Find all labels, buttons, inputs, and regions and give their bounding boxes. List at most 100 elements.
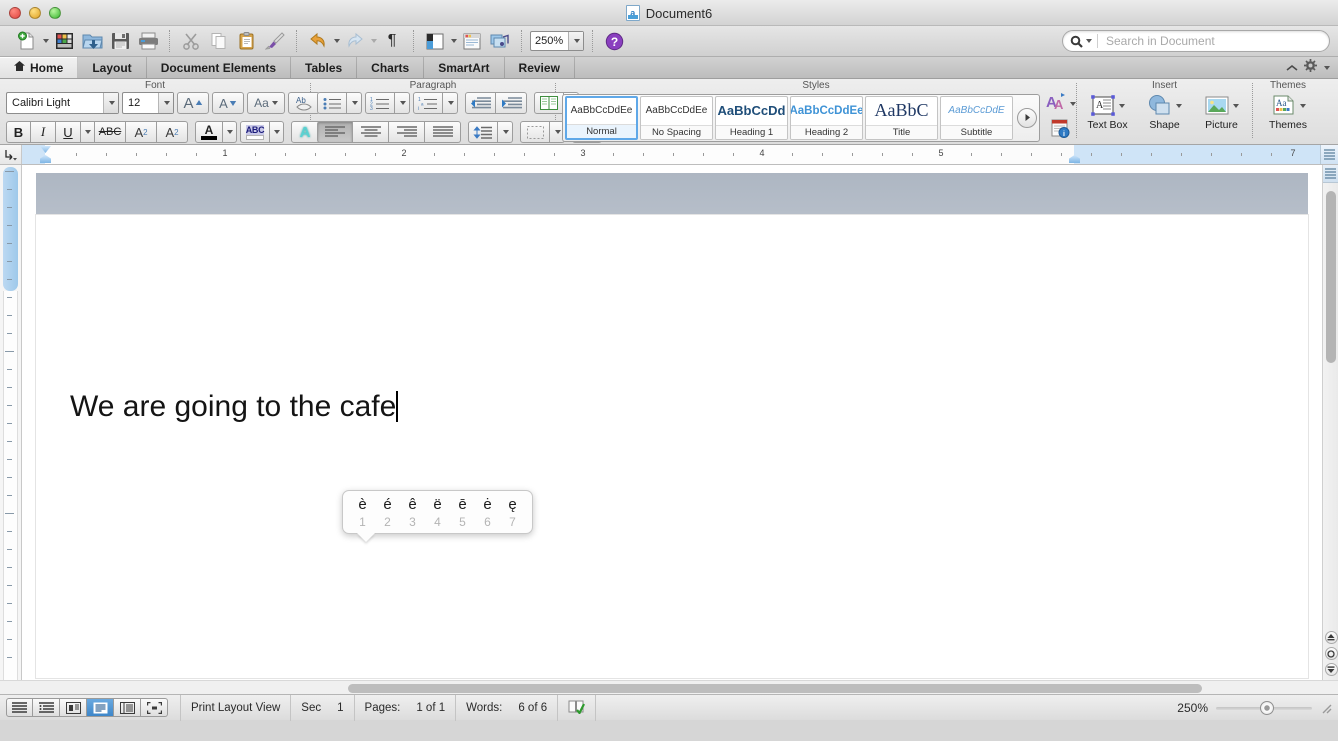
decrease-indent-icon[interactable] [465, 92, 496, 114]
shape-button[interactable]: Shape [1140, 94, 1189, 131]
sidebar-panel-icon[interactable] [422, 29, 448, 54]
new-doc-menu-caret[interactable] [43, 39, 49, 43]
underline-icon[interactable]: U [56, 121, 81, 143]
superscript-icon[interactable]: A2 [126, 121, 157, 143]
gear-menu-caret[interactable] [1324, 65, 1330, 70]
shrink-font-icon[interactable]: A [212, 92, 244, 114]
increase-indent-icon[interactable] [496, 92, 527, 114]
style-heading-1[interactable]: AaBbCcDd Heading 1 [715, 95, 788, 140]
gallery-more-icon[interactable] [1017, 107, 1037, 128]
media-browser-icon[interactable] [487, 29, 513, 54]
document-page[interactable]: We are going to the cafe [36, 215, 1308, 678]
multilevel-menu-caret[interactable] [443, 92, 458, 114]
paintbrush-icon[interactable] [262, 29, 288, 54]
borders-icon[interactable] [520, 121, 550, 143]
horizontal-scroll-thumb[interactable] [348, 684, 1202, 693]
picture-button[interactable]: Picture [1197, 94, 1246, 131]
grow-font-icon[interactable]: A [177, 92, 209, 114]
copy-icon[interactable] [206, 29, 232, 54]
tab-tables[interactable]: Tables [291, 57, 358, 78]
gear-icon[interactable] [1304, 58, 1317, 77]
status-spelling-cell[interactable] [558, 694, 597, 721]
search-field[interactable] [1062, 30, 1330, 52]
picture-caret[interactable] [1233, 104, 1239, 108]
open-folder-icon[interactable] [79, 29, 105, 54]
zoom-combo-caret[interactable] [568, 32, 583, 50]
horizontal-ruler[interactable]: 1 2 3 4 5 7 [22, 145, 1320, 164]
numbering-menu-caret[interactable] [395, 92, 410, 114]
numbering-icon[interactable]: 1 2 3 [365, 92, 395, 114]
themes-caret[interactable] [1299, 104, 1306, 108]
manage-styles-icon[interactable]: i [1051, 119, 1071, 143]
change-case-icon[interactable]: Aa [247, 92, 285, 114]
accent-option-1[interactable]: è 1 [350, 497, 375, 529]
accent-option-4[interactable]: ë 4 [425, 497, 450, 529]
align-center-icon[interactable] [353, 121, 389, 143]
zoom-slider[interactable] [1216, 700, 1312, 715]
vertical-scrollbar[interactable] [1322, 165, 1338, 680]
accent-option-3[interactable]: ê 3 [400, 497, 425, 529]
style-heading-2[interactable]: AaBbCcDdEe Heading 2 [790, 95, 863, 140]
accent-option-7[interactable]: ę 7 [500, 497, 525, 529]
style-no-spacing[interactable]: AaBbCcDdEe No Spacing [640, 95, 713, 140]
strikethrough-icon[interactable]: ABC [95, 121, 126, 143]
zoom-window-button[interactable] [49, 6, 61, 19]
clipboard-paste-icon[interactable] [234, 29, 260, 54]
tab-charts[interactable]: Charts [357, 57, 425, 78]
highlight-icon[interactable]: ABC [240, 121, 270, 143]
magnifier-icon[interactable] [1070, 35, 1092, 48]
italic-icon[interactable]: I [31, 121, 56, 143]
next-page-button[interactable] [1324, 663, 1338, 676]
close-window-button[interactable] [9, 6, 21, 19]
zoom-slider-knob[interactable] [1260, 700, 1274, 715]
justify-icon[interactable] [425, 121, 461, 143]
chevron-up-icon[interactable] [1286, 59, 1298, 77]
undo-menu-caret[interactable] [334, 39, 340, 43]
tab-smartart[interactable]: SmartArt [424, 57, 505, 78]
vertical-scroll-thumb[interactable] [1326, 191, 1336, 363]
toolbox-icon[interactable] [459, 29, 485, 54]
style-normal[interactable]: AaBbCcDdEe Normal [565, 95, 638, 140]
font-color-icon[interactable]: A [195, 121, 223, 143]
previous-page-button[interactable] [1324, 631, 1338, 644]
scissors-icon[interactable] [178, 29, 204, 54]
tab-document-elements[interactable]: Document Elements [147, 57, 292, 78]
new-doc-icon[interactable] [14, 29, 40, 54]
document-canvas[interactable]: We are going to the cafe è 1 é 2 ê 3 ë 4… [22, 165, 1322, 680]
search-input[interactable] [1106, 34, 1316, 48]
accent-character-popup[interactable]: è 1 é 2 ê 3 ë 4 ē 5 ė 6 ę 7 [342, 490, 533, 534]
redo-menu-caret[interactable] [371, 39, 377, 43]
underline-menu-caret[interactable] [81, 121, 95, 143]
themes-button[interactable]: Aa Themes [1263, 94, 1313, 131]
horizontal-scrollbar[interactable] [330, 681, 1322, 694]
undo-arrow-icon[interactable] [305, 29, 331, 54]
redo-arrow-icon[interactable] [342, 29, 368, 54]
bold-icon[interactable]: B [6, 121, 31, 143]
printer-icon[interactable] [135, 29, 161, 54]
draft-view-icon[interactable] [6, 698, 33, 717]
ruler-options-button[interactable] [1320, 145, 1338, 164]
print-layout-icon[interactable] [87, 698, 114, 717]
zoom-combo[interactable]: 250% [530, 31, 584, 51]
styles-pane-caret[interactable] [1070, 102, 1076, 106]
accent-option-6[interactable]: ė 6 [475, 497, 500, 529]
line-spacing-icon[interactable] [468, 121, 498, 143]
select-browse-object-button[interactable] [1324, 647, 1338, 660]
sidebar-menu-caret[interactable] [451, 39, 457, 43]
font-color-menu-caret[interactable] [223, 121, 237, 143]
spelling-check-icon[interactable] [568, 699, 586, 717]
subscript-icon[interactable]: A2 [157, 121, 188, 143]
template-gallery-icon[interactable] [51, 29, 77, 54]
document-text[interactable]: We are going to the cafe [70, 390, 398, 424]
style-title[interactable]: AaBbC Title [865, 95, 938, 140]
styles-pane-icon[interactable]: A A [1046, 92, 1068, 116]
font-family-caret[interactable] [103, 93, 118, 113]
style-subtitle[interactable]: AaBbCcDdE Subtitle [940, 95, 1013, 140]
accent-option-2[interactable]: é 2 [375, 497, 400, 529]
text-box-button[interactable]: A Text Box [1083, 94, 1132, 131]
multilevel-list-icon[interactable]: 1 a i [413, 92, 443, 114]
tab-review[interactable]: Review [505, 57, 575, 78]
font-family-combo[interactable]: Calibri Light [6, 92, 119, 114]
outline-view-icon[interactable] [33, 698, 60, 717]
publishing-view-icon[interactable] [60, 698, 87, 717]
